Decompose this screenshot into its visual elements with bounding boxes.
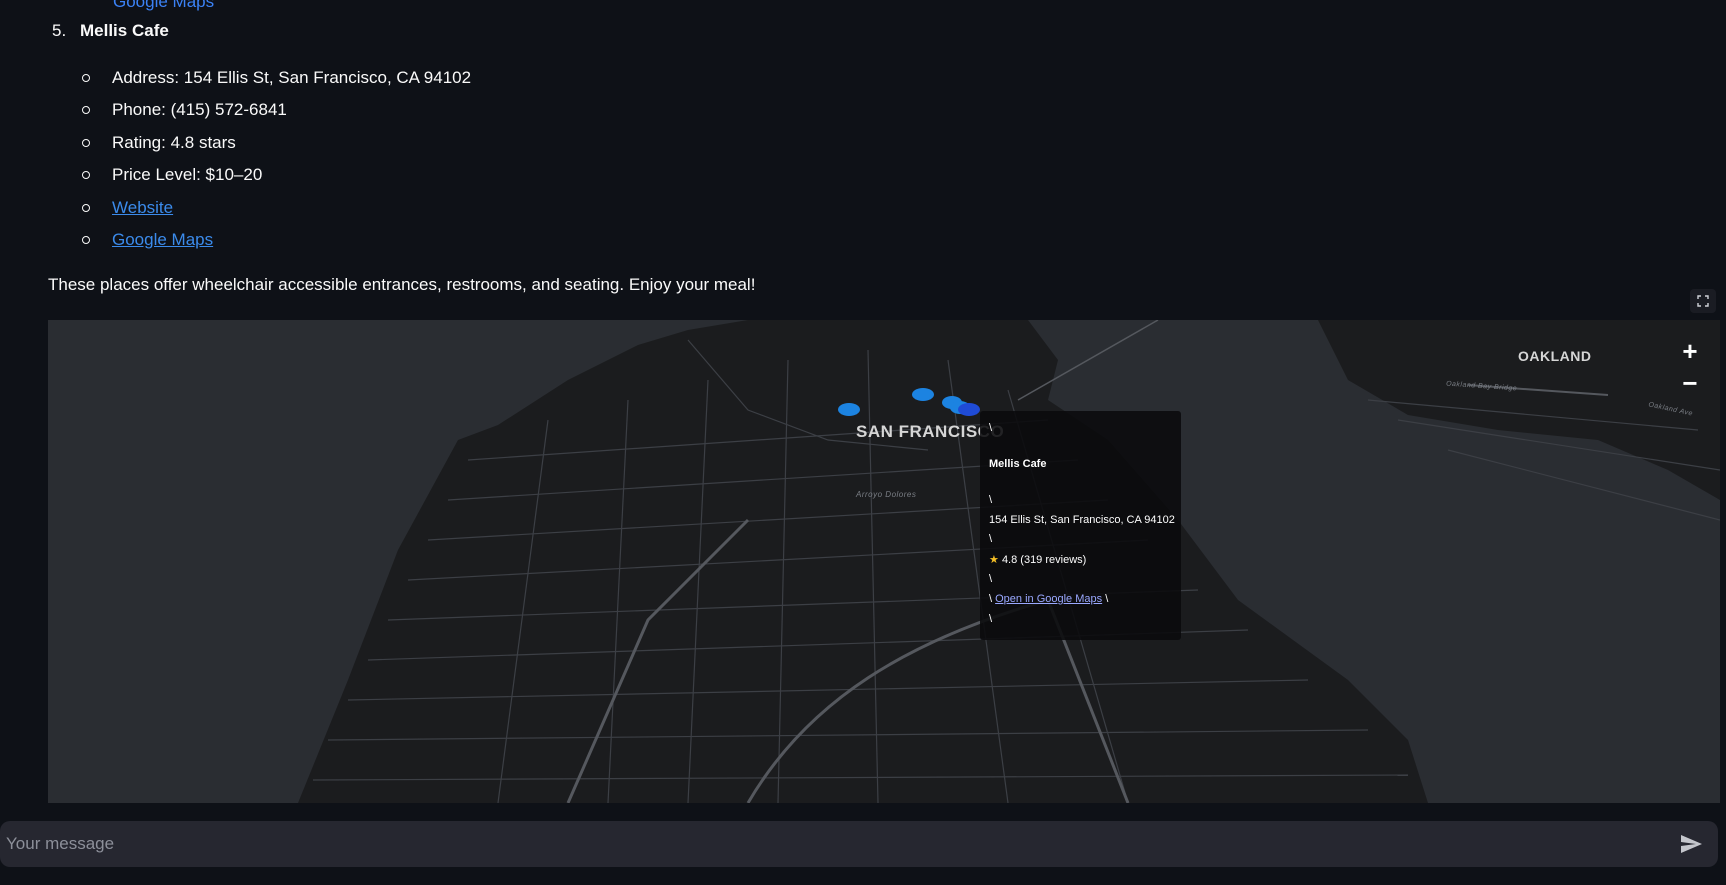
zoom-controls: + − — [1674, 336, 1706, 398]
list-item: Website — [82, 192, 471, 224]
list-item: Price Level: $10–20 — [82, 159, 471, 191]
tooltip-address: 154 Ellis St, San Francisco, CA 94102 — [989, 514, 1175, 526]
phone-text: Phone: (415) 572-6841 — [112, 100, 287, 120]
tooltip-link-line: \ Open in Google Maps \ — [989, 593, 1108, 605]
bullet-icon — [82, 171, 90, 180]
bullet-icon — [82, 106, 90, 115]
tooltip-name: Mellis Cafe — [989, 458, 1047, 470]
tooltip-rating: ★ 4.8 (319 reviews) — [989, 553, 1086, 566]
map-marker-active[interactable] — [958, 403, 980, 416]
address-text: Address: 154 Ellis St, San Francisco, CA… — [112, 68, 472, 87]
tooltip-separator: \ — [989, 422, 993, 434]
price-text: Price Level: $10–20 — [112, 165, 263, 185]
closing-message: These places offer wheelchair accessible… — [48, 275, 756, 294]
previous-google-maps-link[interactable]: Google Maps — [113, 0, 214, 12]
tooltip-rating-text: 4.8 (319 reviews) — [1001, 554, 1087, 566]
bullet-icon — [82, 235, 90, 244]
open-in-google-maps-link[interactable]: Open in Google Maps — [995, 593, 1102, 605]
tooltip-separator: \ — [989, 613, 993, 625]
restaurant-title: 5. Mellis Cafe — [52, 21, 169, 41]
star-icon: ★ — [989, 554, 999, 566]
map-marker[interactable] — [912, 388, 934, 401]
map-marker[interactable] — [838, 403, 860, 416]
website-link[interactable]: Website — [112, 198, 173, 217]
zoom-out-button[interactable]: − — [1674, 368, 1706, 398]
send-icon[interactable] — [1678, 832, 1704, 856]
list-number: 5. — [52, 21, 67, 40]
google-maps-link[interactable]: Google Maps — [112, 230, 213, 249]
tooltip-separator: \ — [1105, 593, 1109, 605]
fullscreen-icon — [1697, 295, 1709, 307]
tooltip-separator: \ — [989, 533, 993, 545]
list-item: Phone: (415) 572-6841 — [82, 94, 471, 126]
restaurant-details: Address: 154 Ellis St, San Francisco, CA… — [82, 62, 471, 256]
bullet-icon — [82, 138, 90, 147]
tooltip-separator: \ — [989, 573, 993, 585]
map-tooltip: \ Mellis Cafe \ 154 Ellis St, San Franci… — [980, 411, 1181, 640]
map-label-street: Arroyo Dolores — [856, 490, 917, 499]
list-item: Google Maps — [82, 224, 471, 256]
bullet-icon — [82, 203, 90, 212]
map-view[interactable]: SAN FRANCISCO OAKLAND Arroyo Dolores Oak… — [48, 320, 1720, 803]
fullscreen-button[interactable] — [1690, 289, 1716, 313]
tooltip-separator: \ — [989, 494, 993, 506]
map-label-oakland: OAKLAND — [1518, 348, 1592, 364]
restaurant-name: Mellis Cafe — [80, 21, 169, 40]
map-basemap — [48, 320, 1720, 803]
bullet-icon — [82, 74, 90, 82]
zoom-in-button[interactable]: + — [1674, 336, 1706, 366]
message-input[interactable] — [4, 821, 1654, 867]
chat-content: Google Maps 5. Mellis Cafe Address: 154 E… — [0, 0, 1726, 885]
list-item: Address: 154 Ellis St, San Francisco, CA… — [82, 62, 471, 94]
rating-text: Rating: 4.8 stars — [112, 132, 236, 152]
tooltip-separator: \ — [989, 593, 993, 605]
chat-input-bar — [0, 821, 1718, 867]
list-item: Rating: 4.8 stars — [82, 127, 471, 159]
